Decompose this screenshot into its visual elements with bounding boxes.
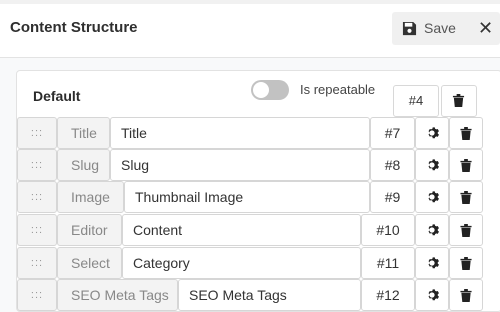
field-delete-button[interactable] bbox=[449, 117, 483, 149]
field-type-label: Slug bbox=[57, 149, 110, 181]
field-settings-button[interactable] bbox=[415, 214, 449, 246]
gear-icon bbox=[428, 127, 439, 139]
trash-icon bbox=[460, 127, 472, 140]
field-type-label: SEO Meta Tags bbox=[57, 279, 178, 311]
drag-handle-icon[interactable]: ::: bbox=[17, 117, 57, 149]
header-top-line bbox=[0, 0, 500, 4]
drag-handle-icon[interactable]: ::: bbox=[17, 247, 57, 279]
field-position-input[interactable]: #12 bbox=[361, 279, 415, 311]
group-title: Default bbox=[33, 88, 81, 104]
field-position-input[interactable]: #7 bbox=[370, 117, 415, 149]
trash-icon bbox=[460, 224, 472, 237]
field-settings-button[interactable] bbox=[415, 181, 449, 213]
field-position-input[interactable]: #11 bbox=[361, 247, 415, 279]
gear-icon bbox=[428, 159, 439, 171]
field-name-input[interactable]: Category bbox=[122, 247, 361, 279]
trash-icon bbox=[460, 289, 472, 302]
field-row: ::: Slug Slug #8 bbox=[17, 149, 500, 181]
toggle-knob bbox=[253, 82, 269, 98]
field-row: ::: Title Title #7 bbox=[17, 117, 500, 149]
field-settings-button[interactable] bbox=[415, 117, 449, 149]
field-settings-button[interactable] bbox=[415, 247, 449, 279]
page-header: Content Structure Save ✕ bbox=[0, 0, 500, 58]
repeatable-toggle[interactable] bbox=[251, 80, 289, 100]
page-title: Content Structure bbox=[10, 19, 138, 36]
field-delete-button[interactable] bbox=[449, 247, 483, 279]
trash-icon bbox=[460, 191, 472, 204]
save-button[interactable]: Save ✕ bbox=[392, 12, 500, 45]
drag-handle-icon[interactable]: ::: bbox=[17, 214, 57, 246]
save-label: Save bbox=[424, 20, 456, 36]
field-delete-button[interactable] bbox=[449, 181, 483, 213]
field-type-label: Select bbox=[57, 247, 122, 279]
field-settings-button[interactable] bbox=[415, 279, 449, 311]
field-row: ::: Image Thumbnail Image #9 bbox=[17, 181, 500, 213]
field-row: ::: SEO Meta Tags SEO Meta Tags #12 bbox=[17, 279, 500, 311]
field-delete-button[interactable] bbox=[449, 149, 483, 181]
gear-icon bbox=[428, 224, 439, 236]
field-settings-button[interactable] bbox=[415, 149, 449, 181]
gear-icon bbox=[428, 257, 439, 269]
delete-group-button[interactable] bbox=[441, 85, 477, 117]
field-type-label: Image bbox=[57, 181, 124, 213]
field-name-input[interactable]: Title bbox=[110, 117, 370, 149]
field-delete-button[interactable] bbox=[449, 279, 483, 311]
field-position-input[interactable]: #8 bbox=[370, 149, 415, 181]
field-position-input[interactable]: #9 bbox=[370, 181, 415, 213]
field-name-input[interactable]: Content bbox=[122, 214, 361, 246]
field-name-input[interactable]: Thumbnail Image bbox=[124, 181, 370, 213]
trash-icon bbox=[460, 159, 472, 172]
field-name-input[interactable]: SEO Meta Tags bbox=[178, 279, 361, 311]
floppy-disk-icon bbox=[402, 21, 417, 36]
repeatable-toggle-label: Is repeatable bbox=[300, 82, 376, 97]
field-position-input[interactable]: #10 bbox=[361, 214, 415, 246]
field-name-input[interactable]: Slug bbox=[110, 149, 370, 181]
trash-icon bbox=[452, 94, 465, 107]
gear-icon bbox=[428, 191, 439, 203]
drag-handle-icon[interactable]: ::: bbox=[17, 149, 57, 181]
field-type-label: Title bbox=[57, 117, 110, 149]
trash-icon bbox=[460, 257, 472, 270]
field-row: ::: Editor Content #10 bbox=[17, 214, 500, 246]
close-icon[interactable]: ✕ bbox=[478, 18, 493, 39]
field-type-label: Editor bbox=[57, 214, 122, 246]
drag-handle-icon[interactable]: ::: bbox=[17, 181, 57, 213]
field-row: ::: Select Category #11 bbox=[17, 247, 500, 279]
group-position-field[interactable]: #4 bbox=[393, 85, 439, 117]
drag-handle-icon[interactable]: ::: bbox=[17, 279, 57, 311]
field-delete-button[interactable] bbox=[449, 214, 483, 246]
